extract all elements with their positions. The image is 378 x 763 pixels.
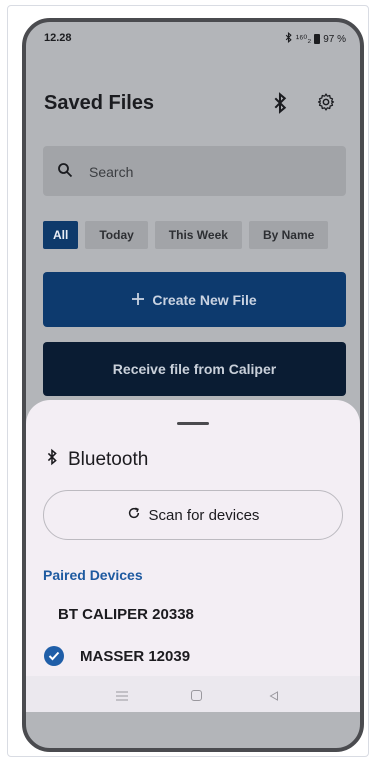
receive-file-label: Receive file from Caliper [112,361,277,377]
filter-all[interactable]: All [43,221,79,249]
sheet-drag-handle[interactable] [177,422,209,425]
menu-icon[interactable] [116,688,128,706]
status-time: 12.28 [44,32,72,44]
scan-devices-button[interactable]: Scan for devices [43,490,343,540]
device-item-selected[interactable]: MASSER 12039 [44,646,190,666]
status-indicators: ¹⁶⁰₂ 97 % [284,32,346,46]
bluetooth-bottom-sheet: Bluetooth Scan for devices Paired Device… [26,400,360,712]
search-input[interactable] [87,158,331,186]
filter-by-name[interactable]: By Name [248,221,329,249]
search-icon [57,162,73,183]
filter-chips: All Today This Week By Name [43,221,329,249]
battery-icon [314,34,321,44]
device-name: MASSER 12039 [80,647,191,665]
status-bar: 12.28 ¹⁶⁰₂ 97 % [26,22,360,58]
system-nav-bar [26,676,360,712]
bluetooth-icon[interactable] [272,92,288,119]
scan-devices-label: Scan for devices [148,506,260,524]
plus-icon [132,292,145,308]
bluetooth-status-icon [284,32,293,46]
filter-this-week[interactable]: This Week [154,221,242,249]
paired-devices-heading: Paired Devices [43,567,143,583]
phone-screen: 12.28 ¹⁶⁰₂ 97 % Saved Files All Today Th… [22,18,364,752]
create-new-file-button[interactable]: Create New File [43,272,346,327]
sheet-title-text: Bluetooth [68,449,149,470]
bluetooth-icon [46,448,58,472]
receive-file-button[interactable]: Receive file from Caliper [43,342,346,396]
refresh-icon [127,506,141,524]
back-icon[interactable] [269,688,279,706]
check-circle-icon [44,646,64,666]
create-new-file-label: Create New File [152,291,257,308]
filter-today[interactable]: Today [85,221,148,249]
page-title: Saved Files [44,92,155,114]
home-icon[interactable] [191,688,202,706]
device-item[interactable]: BT CALIPER 20338 [58,606,194,623]
battery-percent: 97 % [323,33,346,45]
settings-gear-icon[interactable] [316,92,336,117]
signal-icon: ¹⁶⁰₂ [295,33,312,45]
search-bar[interactable] [43,146,346,196]
sheet-title: Bluetooth [46,448,148,472]
